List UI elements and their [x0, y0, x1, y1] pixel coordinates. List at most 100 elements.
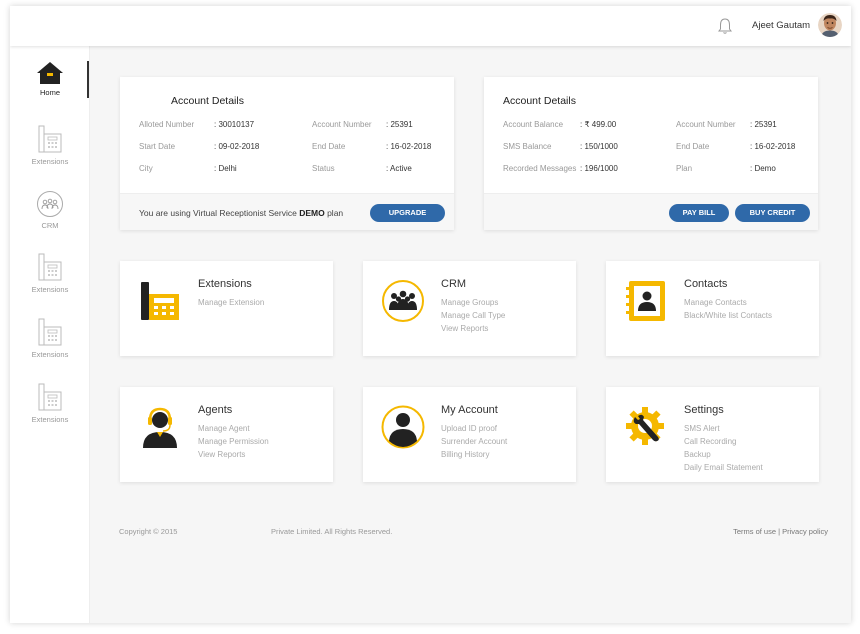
sidebar-item-extensions[interactable]: Extensions	[10, 382, 90, 424]
tile-link[interactable]: Black/White list Contacts	[684, 309, 772, 322]
field-value: : 30010137	[214, 120, 255, 129]
tile-link[interactable]: Manage Permission	[198, 435, 269, 448]
plan-name: DEMO	[299, 208, 325, 218]
copyright-text: Copyright © 2015	[119, 527, 178, 536]
field-label: City	[139, 164, 153, 173]
tile-link[interactable]: Daily Email Statement	[684, 461, 763, 474]
card-title: Account Details	[171, 95, 244, 107]
tile-extensions[interactable]: Extensions Manage Extension	[120, 261, 333, 356]
tile-link[interactable]: SMS Alert	[684, 422, 763, 435]
field-label: Start Date	[139, 142, 176, 151]
field-label: Account Number	[312, 120, 372, 129]
sidebar-item-extensions[interactable]: Extensions	[10, 124, 90, 166]
field-value: : 150/1000	[580, 142, 618, 151]
sidebar-item-extensions[interactable]: Extensions	[10, 317, 90, 359]
tile-link[interactable]: Surrender Account	[441, 435, 507, 448]
field-value: : 196/1000	[580, 164, 618, 173]
tile-link[interactable]: View Reports	[198, 448, 269, 461]
tile-title: Agents	[198, 404, 233, 416]
sidebar-item-label: Home	[39, 88, 60, 97]
tile-links: Manage Groups Manage Call Type View Repo…	[441, 296, 505, 335]
footer-separator: |	[778, 527, 781, 536]
top-bar: Ajeet Gautam	[10, 6, 851, 46]
phone-icon	[38, 125, 62, 153]
pay-bill-button[interactable]: PAY BILL	[669, 204, 729, 222]
field-value: : Delhi	[214, 164, 237, 173]
tile-links: SMS Alert Call Recording Backup Daily Em…	[684, 422, 763, 474]
field-label: Status	[312, 164, 335, 173]
field-label: Alloted Number	[139, 120, 195, 129]
desk-phone-icon	[141, 282, 179, 320]
headset-agent-icon	[143, 407, 177, 448]
field-label: Account Number	[676, 120, 736, 129]
app-window: Ajeet Gautam Home Extensions CRM Extensi…	[10, 6, 851, 623]
user-icon	[381, 405, 425, 449]
sidebar-item-label: Extensions	[31, 415, 69, 424]
tile-link[interactable]: Manage Call Type	[441, 309, 505, 322]
tile-links: Manage Contacts Black/White list Contact…	[684, 296, 772, 322]
field-value: : 25391	[386, 120, 413, 129]
field-label: Recorded Messages	[503, 164, 577, 173]
account-balance-card: Account Details Account Balance : ₹ 499.…	[484, 77, 818, 230]
field-label: End Date	[312, 142, 346, 151]
tile-my-account[interactable]: My Account Upload ID proof Surrender Acc…	[363, 387, 576, 482]
tile-link[interactable]: Manage Agent	[198, 422, 269, 435]
buy-credit-button[interactable]: BUY CREDIT	[735, 204, 810, 222]
group-icon	[382, 280, 424, 322]
tile-link[interactable]: Billing History	[441, 448, 507, 461]
tile-settings[interactable]: Settings SMS Alert Call Recording Backup…	[606, 387, 819, 482]
rights-text: Private Limited. All Rights Reserved.	[271, 527, 393, 536]
sidebar-item-label: CRM	[41, 221, 59, 230]
tile-links: Manage Extension	[198, 296, 264, 309]
sidebar-item-home[interactable]: Home	[10, 61, 90, 97]
footer-links: Terms of use | Privacy policy	[733, 527, 828, 536]
sidebar-item-extensions[interactable]: Extensions	[10, 252, 90, 294]
field-label: End Date	[676, 142, 710, 151]
sidebar: Home Extensions CRM Extensions Extension…	[10, 46, 90, 623]
tile-link[interactable]: Upload ID proof	[441, 422, 507, 435]
upgrade-button[interactable]: UPGRADE	[370, 204, 445, 222]
tile-agents[interactable]: Agents Manage Agent Manage Permission Vi…	[120, 387, 333, 482]
tile-links: Manage Agent Manage Permission View Repo…	[198, 422, 269, 461]
field-value: : 16-02-2018	[750, 142, 796, 151]
field-label: Account Balance	[503, 120, 564, 129]
phone-icon	[38, 253, 62, 281]
sidebar-item-label: Extensions	[31, 157, 69, 166]
terms-link[interactable]: Terms of use	[733, 527, 776, 536]
contact-book-icon	[626, 281, 665, 321]
group-icon	[37, 191, 63, 217]
field-label: Plan	[676, 164, 693, 173]
main-content: Account Details Alloted Number : 3001013…	[90, 46, 851, 623]
field-value: : Demo	[750, 164, 776, 173]
tile-title: Contacts	[684, 278, 728, 290]
tile-link[interactable]: Call Recording	[684, 435, 763, 448]
tile-title: Settings	[684, 404, 724, 416]
phone-icon	[38, 318, 62, 346]
tile-link[interactable]: Manage Contacts	[684, 296, 772, 309]
tile-link[interactable]: Backup	[684, 448, 763, 461]
tile-link[interactable]: Manage Extension	[198, 296, 264, 309]
home-icon	[37, 62, 63, 84]
user-name[interactable]: Ajeet Gautam	[752, 20, 810, 31]
phone-icon	[38, 383, 62, 411]
avatar[interactable]	[818, 13, 842, 37]
field-value: : 09-02-2018	[214, 142, 260, 151]
tile-links: Upload ID proof Surrender Account Billin…	[441, 422, 507, 461]
tile-title: CRM	[441, 278, 467, 290]
field-label: SMS Balance	[503, 142, 552, 151]
card-title: Account Details	[503, 95, 576, 107]
tile-contacts[interactable]: Contacts Manage Contacts Black/White lis…	[606, 261, 819, 356]
tile-crm[interactable]: CRM Manage Groups Manage Call Type View …	[363, 261, 576, 356]
sidebar-item-crm[interactable]: CRM	[10, 190, 90, 230]
field-value: : ₹ 499.00	[580, 120, 617, 129]
field-value: : 25391	[750, 120, 777, 129]
gear-wrench-icon	[626, 407, 664, 445]
sidebar-item-label: Extensions	[31, 350, 69, 359]
tile-link[interactable]: View Reports	[441, 322, 505, 335]
tile-link[interactable]: Manage Groups	[441, 296, 505, 309]
field-value: : 16-02-2018	[386, 142, 432, 151]
bell-icon[interactable]	[717, 17, 733, 35]
sidebar-item-label: Extensions	[31, 285, 69, 294]
field-value: : Active	[386, 164, 412, 173]
privacy-link[interactable]: Privacy policy	[782, 527, 828, 536]
